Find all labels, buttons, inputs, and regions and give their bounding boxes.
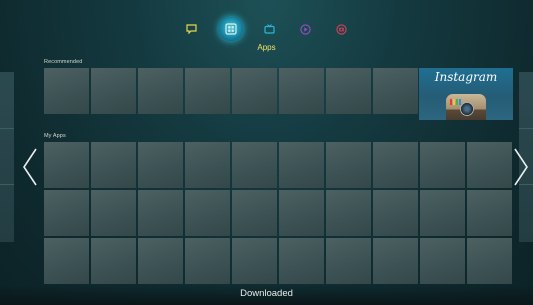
- app-tile[interactable]: [326, 190, 371, 236]
- recommended-tile[interactable]: [138, 68, 183, 114]
- play-icon: [300, 23, 311, 35]
- instagram-wordmark: Instagram: [434, 70, 498, 84]
- app-tile[interactable]: [232, 238, 277, 284]
- app-tile[interactable]: [279, 190, 324, 236]
- instagram-app-tile[interactable]: Instagram: [419, 68, 513, 120]
- app-tile[interactable]: [326, 238, 371, 284]
- recommended-tile[interactable]: [373, 68, 418, 114]
- app-tile[interactable]: [44, 238, 89, 284]
- active-category-label: Apps: [257, 43, 276, 52]
- app-tile[interactable]: [232, 190, 277, 236]
- app-tile[interactable]: [185, 238, 230, 284]
- app-tile[interactable]: [467, 238, 512, 284]
- nav-video[interactable]: [297, 20, 315, 38]
- app-tile[interactable]: [44, 190, 89, 236]
- recommended-tile[interactable]: [91, 68, 136, 114]
- app-tile[interactable]: [420, 238, 465, 284]
- recommended-label: Recommended: [44, 59, 83, 65]
- app-tile[interactable]: [279, 142, 324, 188]
- app-tile[interactable]: [467, 142, 512, 188]
- recommended-tile[interactable]: [185, 68, 230, 114]
- app-tile[interactable]: [44, 142, 89, 188]
- app-tile[interactable]: [185, 190, 230, 236]
- recommended-tile[interactable]: [326, 68, 371, 114]
- chevron-right-icon[interactable]: [513, 148, 529, 186]
- left-edge-panel: [0, 72, 14, 242]
- app-tile[interactable]: [138, 190, 183, 236]
- app-tile[interactable]: [232, 142, 277, 188]
- apps-icon: [224, 23, 237, 35]
- camera-lens-icon: [460, 102, 474, 116]
- nav-photos[interactable]: [333, 20, 351, 38]
- chat-bubble-icon: [186, 24, 197, 34]
- recommended-tile[interactable]: [44, 68, 89, 114]
- my-apps-label: My Apps: [44, 133, 66, 139]
- app-tile[interactable]: [138, 238, 183, 284]
- app-tile[interactable]: [138, 142, 183, 188]
- app-tile[interactable]: [326, 142, 371, 188]
- app-tile[interactable]: [91, 142, 136, 188]
- app-tile[interactable]: [279, 238, 324, 284]
- app-tile[interactable]: [373, 238, 418, 284]
- smart-hub-screen: Apps Recommended My Apps Instagram Downl…: [0, 0, 533, 305]
- category-nav: [0, 12, 533, 46]
- nav-apps[interactable]: [218, 17, 243, 41]
- app-tile[interactable]: [373, 190, 418, 236]
- tv-icon: [264, 24, 275, 34]
- app-tile[interactable]: [420, 142, 465, 188]
- chevron-left-icon[interactable]: [22, 148, 38, 186]
- app-tile[interactable]: [91, 190, 136, 236]
- recommended-tile[interactable]: [232, 68, 277, 114]
- downloaded-label[interactable]: Downloaded: [0, 288, 533, 299]
- recommended-tile[interactable]: [279, 68, 324, 114]
- nav-social[interactable]: [183, 20, 201, 38]
- nav-tv[interactable]: [261, 20, 279, 38]
- instagram-camera-icon: [446, 94, 486, 120]
- app-tile[interactable]: [373, 142, 418, 188]
- app-tile[interactable]: [91, 238, 136, 284]
- app-tile[interactable]: [420, 190, 465, 236]
- camera-icon: [336, 23, 347, 35]
- app-tile[interactable]: [467, 190, 512, 236]
- app-tile[interactable]: [185, 142, 230, 188]
